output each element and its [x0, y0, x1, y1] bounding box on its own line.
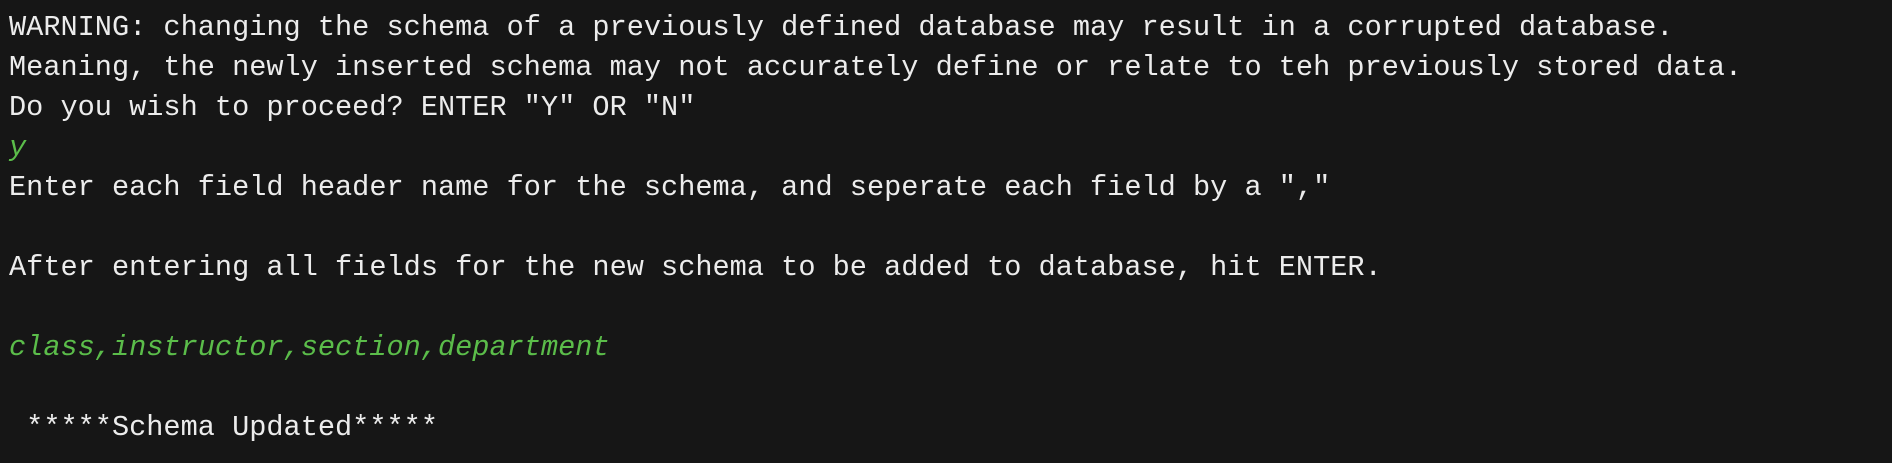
warning-explanation: Meaning, the newly inserted schema may n…	[9, 51, 1743, 84]
schema-updated-message: *****Schema Updated*****	[9, 411, 438, 444]
field-entry-instruction: Enter each field header name for the sch…	[9, 171, 1331, 204]
proceed-prompt: Do you wish to proceed? ENTER "Y" OR "N"	[9, 91, 696, 124]
warning-message: WARNING: changing the schema of a previo…	[9, 11, 1674, 44]
user-input-fields: class,instructor,section,department	[9, 331, 610, 364]
enter-instruction: After entering all fields for the new sc…	[9, 251, 1382, 284]
terminal-output[interactable]: WARNING: changing the schema of a previo…	[0, 0, 1892, 463]
user-input-confirm: y	[9, 131, 27, 164]
